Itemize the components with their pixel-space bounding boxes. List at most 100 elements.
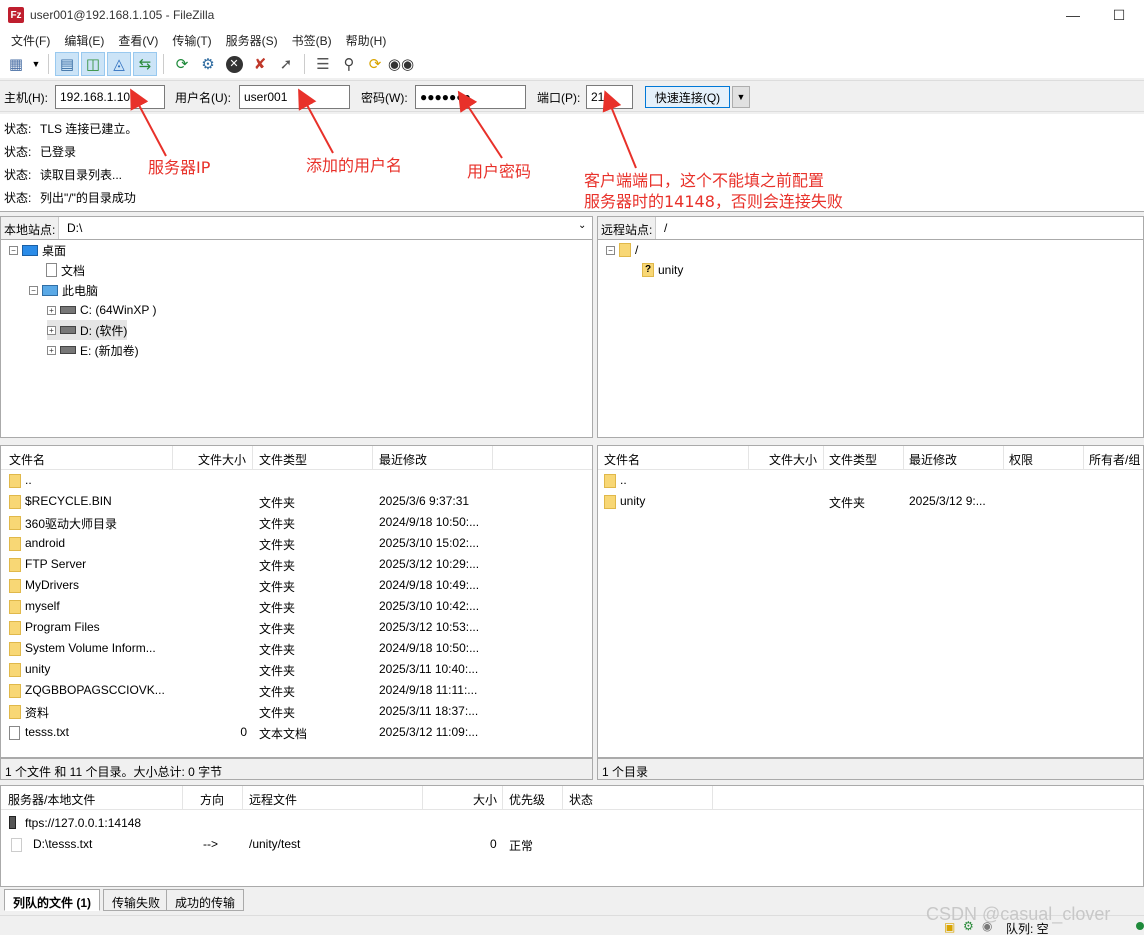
local-file-row[interactable]: 360驱动大师目录 文件夹 2024/9/18 10:50:...	[1, 512, 592, 533]
file-name: 360驱动大师目录	[25, 517, 118, 531]
menu-transfer[interactable]: 传输(T)	[165, 32, 218, 49]
file-type: 文件夹	[259, 517, 296, 531]
column-filetype[interactable]: 文件类型	[259, 451, 307, 468]
local-file-row[interactable]: FTP Server 文件夹 2025/3/12 10:29:...	[1, 554, 592, 575]
column-filesize[interactable]: 文件大小	[769, 451, 817, 468]
tab-queued-files[interactable]: 列队的文件 (1)	[4, 889, 101, 911]
local-file-row[interactable]: android 文件夹 2025/3/10 15:02:...	[1, 533, 592, 554]
cancel-icon[interactable]: ✕	[222, 52, 246, 76]
tab-failed-transfers[interactable]: 传输失败	[103, 889, 170, 911]
unknown-folder-icon: ?	[642, 263, 654, 277]
maximize-button[interactable]: ☐	[1096, 0, 1142, 30]
column-filename[interactable]: 文件名	[604, 451, 640, 468]
quickconnect-bar: 主机(H): 用户名(U): 密码(W): 端口(P): 快速连接(Q) ▼	[0, 80, 1144, 112]
local-file-row[interactable]: unity 文件夹 2025/3/11 10:40:...	[1, 659, 592, 680]
local-file-row[interactable]: 资料 文件夹 2025/3/11 18:37:...	[1, 701, 592, 722]
find-files-icon[interactable]: ◉◉	[388, 52, 414, 76]
column-permissions[interactable]: 权限	[1009, 451, 1033, 468]
tree-item-unity[interactable]: ? unity	[642, 260, 683, 280]
local-file-row[interactable]: Program Files 文件夹 2025/3/12 10:53:...	[1, 617, 592, 638]
collapse-icon[interactable]: −	[29, 285, 38, 295]
column-status[interactable]: 状态	[569, 791, 593, 808]
column-filetype[interactable]: 文件类型	[829, 451, 877, 468]
site-manager-icon[interactable]: ▦	[4, 52, 28, 76]
menu-server[interactable]: 服务器(S)	[219, 32, 285, 49]
column-priority[interactable]: 优先级	[509, 791, 545, 808]
drive-icon	[60, 326, 76, 334]
tree-item-documents[interactable]: 文档	[46, 260, 85, 280]
column-remote-file[interactable]: 远程文件	[249, 791, 297, 808]
file-modified: 2025/3/12 9:...	[909, 494, 986, 508]
remote-path-input[interactable]: /	[664, 221, 667, 235]
local-path-input[interactable]: D:\	[67, 221, 82, 235]
title-bar: Fz user001@192.168.1.105 - FileZilla — ☐	[0, 0, 1144, 30]
column-size[interactable]: 大小	[473, 791, 497, 808]
computer-icon	[42, 284, 58, 296]
folder-icon	[619, 243, 631, 257]
expand-icon[interactable]: +	[47, 305, 56, 315]
search-icon[interactable]: ⚲	[337, 52, 361, 76]
tree-item-drive-c[interactable]: + C: (64WinXP )	[47, 300, 156, 320]
column-server-local-file[interactable]: 服务器/本地文件	[8, 791, 95, 808]
local-file-row[interactable]: ZQGBBOPAGSCCIOVK... 文件夹 2024/9/18 11:11:..…	[1, 680, 592, 701]
disconnect-icon[interactable]: ✘	[248, 52, 272, 76]
menu-help[interactable]: 帮助(H)	[339, 32, 394, 49]
menu-view[interactable]: 查看(V)	[111, 32, 165, 49]
queue-file-row[interactable]: D:\tesss.txt --> /unity/test 0 正常	[1, 834, 1143, 855]
collapse-icon[interactable]: −	[9, 245, 18, 255]
queue-server-row[interactable]: ftps://127.0.0.1:14148	[1, 813, 1143, 834]
tree-item-drive-d[interactable]: + D: (软件)	[47, 320, 128, 340]
local-file-row[interactable]: ..	[1, 470, 592, 491]
local-file-row[interactable]: tesss.txt 0 文本文档 2025/3/12 11:09:...	[1, 722, 592, 743]
host-input[interactable]	[55, 85, 165, 109]
local-file-row[interactable]: $RECYCLE.BIN 文件夹 2025/3/6 9:37:31	[1, 491, 592, 512]
remote-file-row[interactable]: unity 文件夹 2025/3/12 9:...	[598, 491, 1143, 512]
expand-icon[interactable]: +	[47, 345, 56, 355]
directory-filter-icon[interactable]: ☰	[311, 52, 335, 76]
menu-edit[interactable]: 编辑(E)	[57, 32, 111, 49]
filezilla-app-icon: Fz	[8, 7, 24, 23]
bottom-status-bar: CSDN @casual_clover ▣ ⚙ ◉ 队列: 空	[0, 904, 1144, 935]
username-input[interactable]	[239, 85, 350, 109]
refresh-icon[interactable]: ⟳	[170, 52, 194, 76]
quickconnect-dropdown-icon[interactable]: ▼	[732, 86, 750, 108]
process-queue-icon[interactable]: ⚙	[196, 52, 220, 76]
column-modified[interactable]: 最近修改	[909, 451, 957, 468]
sync-browsing-icon[interactable]: ⟳	[363, 52, 387, 76]
column-filename[interactable]: 文件名	[9, 451, 45, 468]
password-input[interactable]	[415, 85, 526, 109]
expand-icon[interactable]: +	[47, 325, 56, 335]
toggle-local-tree-icon[interactable]: ◫	[81, 52, 105, 76]
column-modified[interactable]: 最近修改	[379, 451, 427, 468]
tree-item-root[interactable]: − /	[606, 240, 638, 260]
minimize-button[interactable]: —	[1050, 0, 1096, 30]
tab-successful-transfers[interactable]: 成功的传输	[166, 889, 245, 911]
toggle-queue-icon[interactable]: ⇆	[133, 52, 157, 76]
tree-item-drive-e[interactable]: + E: (新加卷)	[47, 340, 139, 360]
reconnect-icon[interactable]: ➚	[274, 52, 298, 76]
local-path-dropdown-icon[interactable]: ⌄	[578, 220, 586, 231]
collapse-icon[interactable]: −	[606, 245, 615, 255]
menu-bookmarks[interactable]: 书签(B)	[285, 32, 339, 49]
remote-file-row[interactable]: ..	[598, 470, 1143, 491]
file-modified: 2024/9/18 10:50:...	[379, 641, 480, 655]
file-modified: 2025/3/12 10:53:...	[379, 620, 480, 634]
toggle-message-log-icon[interactable]: ▤	[55, 52, 79, 76]
local-file-row[interactable]: MyDrivers 文件夹 2024/9/18 10:49:...	[1, 575, 592, 596]
local-file-row[interactable]: myself 文件夹 2025/3/10 10:42:...	[1, 596, 592, 617]
file-name: unity	[620, 494, 646, 508]
quickconnect-button[interactable]: 快速连接(Q)	[645, 86, 730, 108]
tree-item-desktop[interactable]: − 桌面	[9, 240, 66, 260]
sort-ascending-icon: ˆ	[85, 445, 89, 453]
site-manager-dropdown-icon[interactable]: ▼	[30, 52, 42, 76]
menu-file[interactable]: 文件(F)	[4, 32, 57, 49]
port-input[interactable]	[586, 85, 633, 109]
column-direction[interactable]: 方向	[200, 791, 224, 808]
folder-icon	[9, 683, 21, 698]
toggle-remote-tree-icon[interactable]: ◬	[107, 52, 131, 76]
column-owner-group[interactable]: 所有者/组	[1089, 451, 1140, 468]
file-type: 文件夹	[259, 601, 296, 615]
local-file-row[interactable]: System Volume Inform... 文件夹 2024/9/18 10:5…	[1, 638, 592, 659]
tree-item-this-pc[interactable]: − 此电脑	[29, 280, 98, 300]
column-filesize[interactable]: 文件大小	[198, 451, 246, 468]
